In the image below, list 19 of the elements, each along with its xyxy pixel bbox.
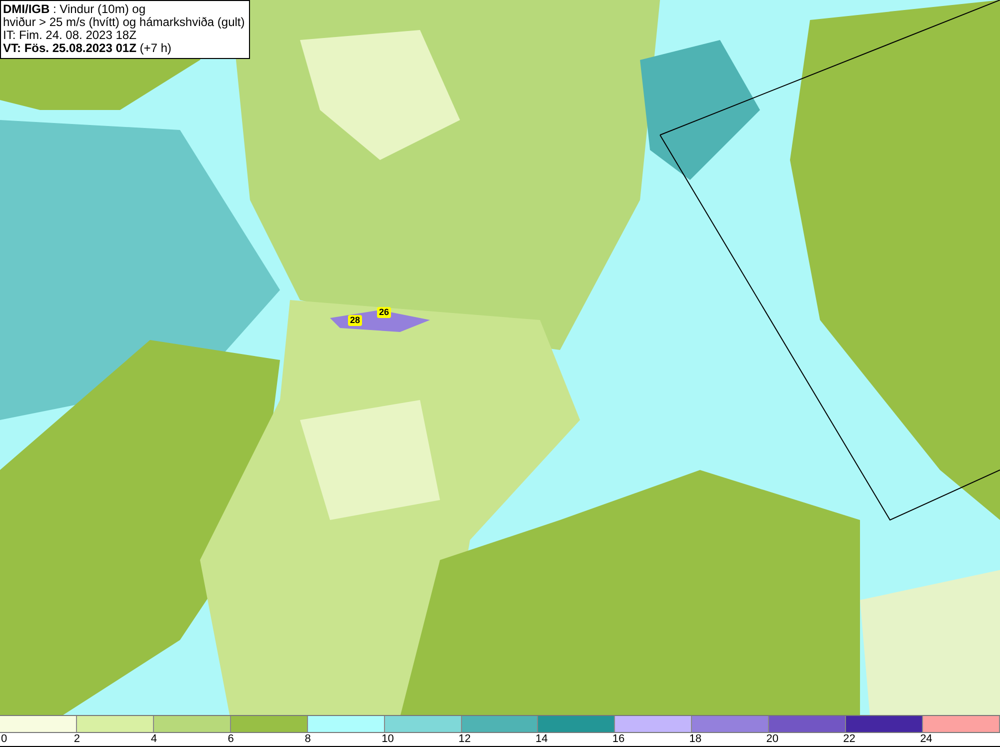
scale-label: 14 <box>535 733 548 746</box>
scale-label: 10 <box>382 733 394 746</box>
title-line: VT: Fös. 25.08.2023 01Z (+7 h) <box>3 42 172 55</box>
scale-label: 16 <box>612 733 625 746</box>
scale-label: 0 <box>1 733 8 746</box>
scale-label: 20 <box>766 733 778 746</box>
gust-label: 28 <box>348 315 362 326</box>
scale-label: 2 <box>74 733 80 746</box>
title-line: hviður > 25 m/s (hvítt) og hámarkshviða (gult) <box>3 16 245 29</box>
title-line: DMI/IGB : Vindur (10m) og <box>3 3 146 16</box>
scale-label: 12 <box>458 733 471 746</box>
scale-label: 24 <box>920 733 932 746</box>
gust-label: 26 <box>377 307 392 318</box>
scale-label: 8 <box>304 733 311 746</box>
scale-label: 4 <box>150 733 157 746</box>
scale-label: 18 <box>689 733 702 746</box>
scale-label: 22 <box>843 733 856 746</box>
scale-label: 6 <box>228 733 234 746</box>
title-line: IT: Fim. 24. 08. 2023 18Z <box>3 29 138 42</box>
